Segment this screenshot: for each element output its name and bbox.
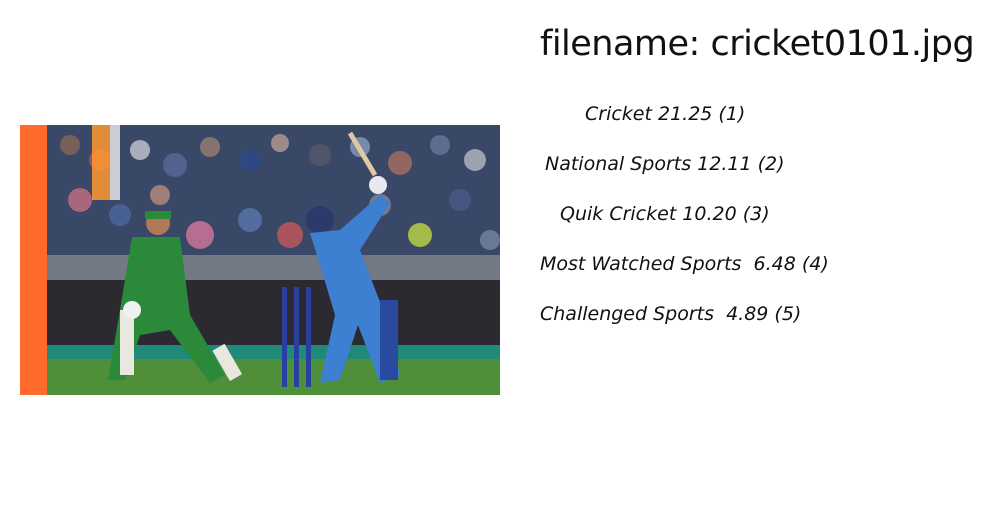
prediction-1: Cricket 21.25 (1) [585, 103, 746, 125]
prediction-4: Most Watched Sports 6.48 (4) [540, 253, 829, 275]
filename-label: filename: cricket0101.jpg [540, 24, 975, 64]
prediction-2: National Sports 12.11 (2) [545, 153, 785, 175]
advert-board [47, 280, 500, 345]
orange-strip [20, 125, 47, 395]
cricket-image [20, 125, 500, 395]
stumps [282, 287, 311, 387]
prediction-3: Quik Cricket 10.20 (3) [560, 203, 770, 225]
prediction-5: Challenged Sports 4.89 (5) [540, 303, 802, 325]
